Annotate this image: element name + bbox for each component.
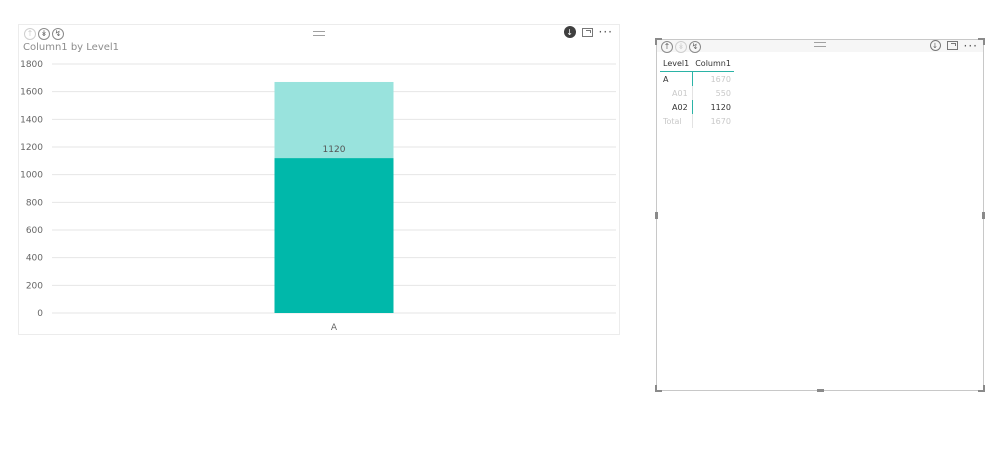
drill-up-icon[interactable]: ↑ (661, 41, 673, 53)
download-icon[interactable]: ↓ (929, 40, 941, 51)
resize-handle-left[interactable] (655, 212, 658, 219)
data-label: 1120 (323, 145, 346, 155)
expand-all-icon[interactable]: ↯ (689, 41, 701, 53)
row-value: 550 (691, 86, 734, 100)
column-chart-visual[interactable]: ↑ ↡ ↯ ↓ ··· Column1 by Level1 0 200 400 600… (18, 24, 620, 335)
column-header-level1[interactable]: Level1 (660, 57, 693, 72)
y-tick-label: 1600 (20, 88, 43, 98)
x-axis-ticks: A (331, 323, 338, 333)
row-label: A01 (672, 88, 688, 98)
x-tick-label: A (331, 323, 338, 333)
bars (274, 81, 394, 313)
drill-controls: ↑ ↡ ↯ (661, 41, 701, 53)
table-row[interactable]: A 1670 (660, 71, 734, 86)
y-tick-label: 800 (26, 198, 43, 208)
table-row[interactable]: A02 1120 (660, 100, 734, 114)
drill-down-icon[interactable]: ↡ (675, 41, 687, 53)
visual-header-actions: ↓ ··· (929, 40, 978, 52)
y-axis-ticks: 0 200 400 600 800 1000 1200 1400 1600 1800 (20, 60, 43, 319)
resize-handle-bottom[interactable] (817, 389, 824, 392)
resize-handle-right[interactable] (982, 212, 985, 219)
more-options-icon[interactable]: ··· (964, 40, 978, 52)
y-tick-label: 600 (26, 226, 43, 236)
total-row: Total 1670 (660, 114, 734, 128)
column-header-column1[interactable]: Column1 (692, 57, 734, 72)
resize-handle-bottom-left[interactable] (655, 385, 662, 392)
drag-handle[interactable] (814, 42, 826, 47)
resize-handle-top-right[interactable] (978, 38, 985, 45)
y-tick-label: 400 (26, 254, 43, 264)
row-label: A (663, 74, 669, 84)
y-tick-label: 1200 (20, 143, 43, 153)
matrix-table: Level1 Column1 A 1670 A01 550 A02 1120 T… (660, 57, 734, 128)
data-labels: 1120 (323, 145, 346, 155)
y-tick-label: 1000 (20, 171, 43, 181)
resize-handle-bottom-right[interactable] (978, 385, 985, 392)
total-value: 1670 (691, 114, 734, 128)
total-label: Total (663, 116, 682, 126)
row-label: A02 (672, 102, 688, 112)
header-row: Level1 Column1 (660, 57, 734, 72)
row-value: 1120 (691, 100, 734, 114)
row-value: 1670 (691, 71, 734, 86)
y-tick-label: 200 (26, 281, 43, 291)
chart-plot: 0 200 400 600 800 1000 1200 1400 1600 1800 1120 A (20, 60, 616, 333)
y-tick-label: 1400 (20, 115, 43, 125)
focus-mode-icon[interactable] (946, 41, 958, 50)
bar-segment (274, 158, 394, 313)
y-tick-label: 1800 (20, 60, 43, 70)
matrix-visual[interactable]: ↑ ↡ ↯ ↓ ··· Level1 Column1 A 1670 A01 55… (655, 38, 985, 392)
table-row[interactable]: A01 550 (660, 86, 734, 100)
resize-handle-top-left[interactable] (655, 38, 662, 45)
y-tick-label: 0 (37, 309, 43, 319)
